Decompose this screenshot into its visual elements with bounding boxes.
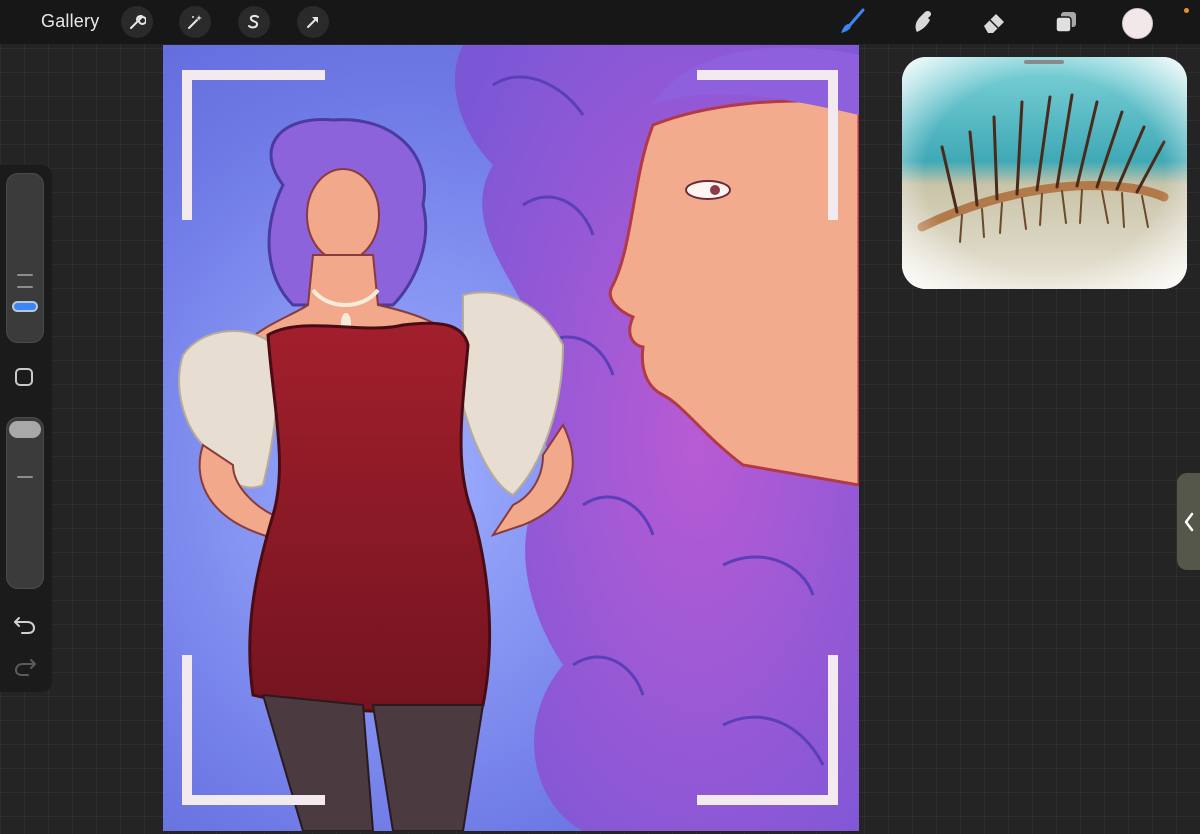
layers-icon[interactable] (1050, 6, 1082, 38)
slider-tick (17, 274, 33, 276)
notification-dot (1184, 8, 1189, 13)
gallery-button[interactable]: Gallery (41, 11, 99, 32)
spiky-creature-image (902, 57, 1187, 289)
brush-size-thumb[interactable] (14, 303, 36, 310)
opacity-slider[interactable] (6, 417, 44, 589)
side-panel-tab[interactable] (1177, 473, 1200, 570)
reference-grip-handle[interactable] (1024, 60, 1064, 64)
brush-size-slider[interactable] (6, 173, 44, 343)
undo-icon[interactable] (12, 613, 38, 635)
slider-tick (17, 286, 33, 288)
opacity-thumb[interactable] (9, 421, 41, 438)
color-picker-swatch[interactable] (1122, 8, 1153, 39)
reference-window[interactable] (902, 57, 1187, 289)
redo-icon[interactable] (12, 655, 38, 677)
smudge-icon[interactable] (907, 6, 939, 38)
transform-arrow-icon[interactable] (297, 6, 329, 38)
eraser-icon[interactable] (978, 6, 1010, 38)
drawing-canvas[interactable] (163, 45, 859, 831)
slider-tick (17, 476, 33, 478)
modify-button[interactable] (15, 368, 33, 386)
left-sidebar (0, 165, 52, 692)
brush-icon[interactable] (836, 6, 868, 38)
chevron-left-icon (1184, 512, 1193, 531)
artwork-illustration (163, 45, 859, 831)
selection-s-icon[interactable] (238, 6, 270, 38)
wrench-icon[interactable] (121, 6, 153, 38)
top-toolbar: Gallery (0, 0, 1200, 44)
magic-wand-icon[interactable] (179, 6, 211, 38)
